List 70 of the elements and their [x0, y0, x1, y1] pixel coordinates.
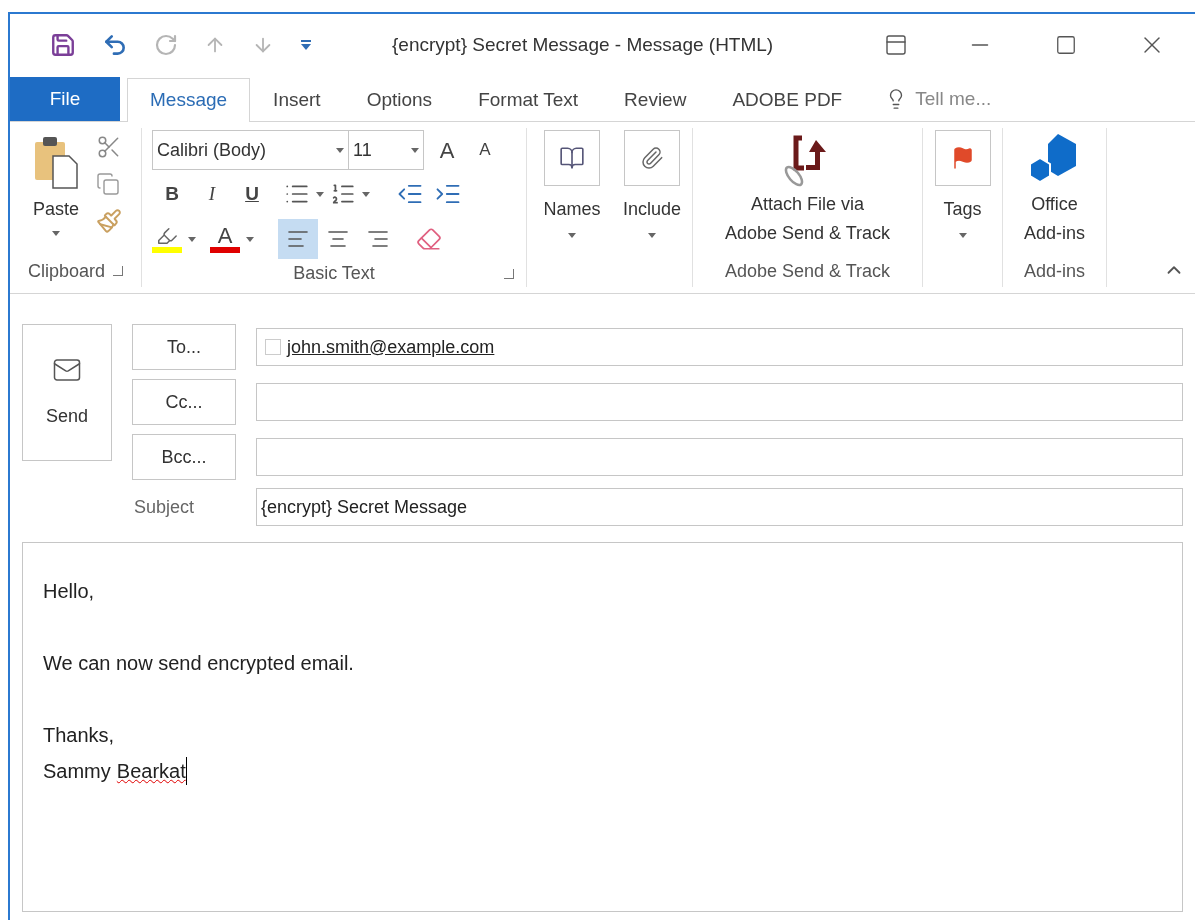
group-label: Clipboard	[27, 259, 105, 283]
office-add-ins-button[interactable]: Office Add-ins	[1003, 128, 1106, 255]
group-label: Basic Text	[293, 262, 375, 285]
recipient-button[interactable]: To...	[132, 324, 236, 370]
ribbon-tab[interactable]: Options	[343, 78, 456, 122]
caret-icon	[411, 147, 419, 153]
text-cursor	[185, 757, 187, 785]
recipient-button[interactable]: Bcc...	[132, 434, 236, 480]
caret-icon	[568, 233, 576, 238]
caret-icon	[336, 147, 344, 153]
group-label: Add-ins	[1024, 259, 1085, 283]
font-size-dropdown[interactable]: 11	[348, 130, 424, 170]
caret-icon	[246, 236, 254, 242]
copy-icon[interactable]	[96, 172, 120, 196]
ribbon-tab[interactable]: Message	[127, 78, 251, 122]
send-button[interactable]: Send	[22, 324, 112, 461]
font-color-button[interactable]: A	[210, 225, 240, 253]
caret-icon	[958, 233, 967, 238]
attach-file-button[interactable]: Attach File via Adobe Send & Track	[693, 128, 922, 255]
square-icon	[265, 339, 281, 355]
recipient-field[interactable]	[256, 383, 1183, 421]
group-label: Adobe Send & Track	[724, 259, 891, 283]
bold-button[interactable]: B	[152, 179, 192, 209]
body-text: Thanks,	[43, 723, 115, 748]
format-painter-icon[interactable]	[96, 208, 122, 234]
highlight-icon[interactable]	[152, 225, 182, 253]
underline-button[interactable]: U	[232, 179, 272, 209]
caret-icon	[188, 236, 196, 242]
recipient-address[interactable]: john.smith@example.com	[287, 333, 495, 361]
customize-icon[interactable]	[300, 39, 312, 51]
message-body[interactable]: Hello, We can now send encrypted email. Thanks, Sammy Bearkat	[22, 542, 1183, 912]
paperclip-icon	[624, 130, 680, 186]
flag-icon	[934, 130, 991, 186]
ribbon-tab[interactable]: ADOBE PDF	[709, 78, 866, 122]
align-left-button[interactable]	[278, 219, 318, 259]
recipient-field[interactable]: john.smith@example.com	[256, 328, 1183, 366]
body-text: Hello,	[43, 579, 95, 604]
dialog-launcher-icon[interactable]	[504, 268, 514, 279]
body-text: Sammy	[43, 759, 111, 784]
include-button[interactable]: Include	[617, 130, 687, 255]
file-tab[interactable]: File	[10, 77, 120, 121]
eraser-icon[interactable]	[416, 226, 442, 252]
dialog-launcher-icon[interactable]	[113, 266, 123, 276]
italic-button[interactable]: I	[192, 179, 232, 209]
recipient-field[interactable]	[256, 438, 1183, 476]
ribbon-tab[interactable]: Insert	[250, 78, 344, 122]
body-text: We can now send encrypted email.	[43, 651, 354, 676]
recipient-button[interactable]: Cc...	[132, 379, 236, 425]
address-book-icon	[544, 130, 600, 186]
shrink-font-button[interactable]: A	[470, 137, 500, 163]
font-name-dropdown[interactable]: Calibri (Body)	[152, 130, 349, 170]
ribbon-tab[interactable]: Review	[601, 78, 710, 122]
clipboard-paste-icon	[33, 134, 79, 190]
misspelled-word: Bearkat	[116, 759, 186, 784]
ribbon-tab[interactable]: Format Text	[455, 78, 602, 122]
subject-label: Subject	[133, 495, 196, 519]
caret-icon	[362, 191, 370, 197]
paste-button[interactable]: Paste	[10, 128, 90, 255]
save-icon[interactable]	[50, 32, 76, 58]
caret-icon	[648, 233, 656, 238]
undo-icon[interactable]	[102, 32, 128, 58]
subject-field[interactable]: {encrypt} Secret Message	[256, 488, 1183, 526]
numbering-icon[interactable]	[330, 181, 356, 207]
caret-icon	[52, 231, 60, 236]
window-title: {encrypt} Secret Message - Message (HTML)	[392, 32, 774, 57]
grow-font-button[interactable]: A	[430, 133, 464, 167]
caret-icon	[316, 191, 324, 197]
tags-button[interactable]: Tags	[923, 128, 1002, 255]
names-button[interactable]: Names	[537, 130, 607, 255]
tell-me-field[interactable]: Tell me...	[915, 84, 1056, 114]
